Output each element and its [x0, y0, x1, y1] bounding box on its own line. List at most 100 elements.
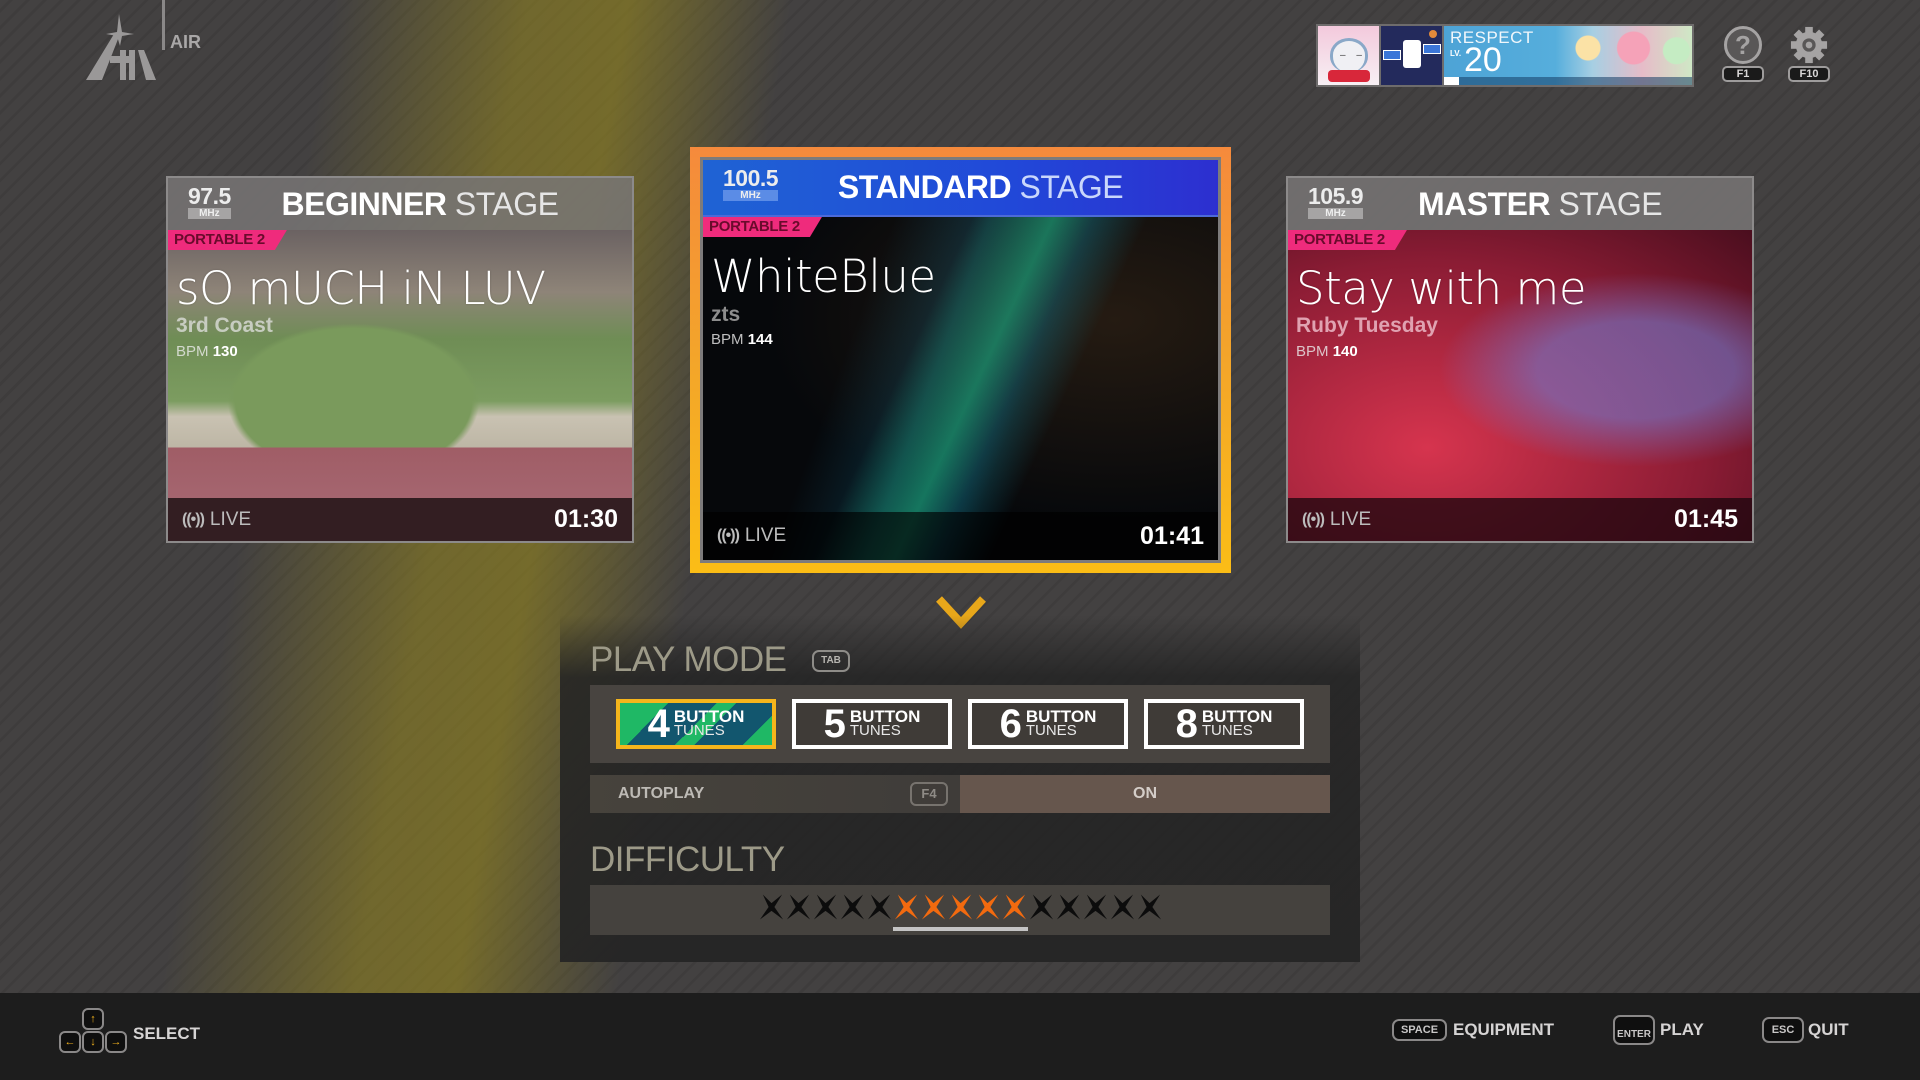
version-tag: PORTABLE 2	[703, 217, 822, 237]
difficulty-star-unlit-icon	[1029, 894, 1053, 920]
arrow-up-key: ↑	[82, 1008, 104, 1030]
mode-label: BUTTON TUNES	[849, 708, 921, 739]
live-label: LIVE	[209, 508, 252, 530]
select-label: SELECT	[133, 1024, 201, 1043]
solar-panel-icon	[1423, 44, 1441, 54]
stage-header: 100.5 MHz STANDARD STAGE	[703, 160, 1218, 217]
arrow-left-key: ←	[59, 1031, 81, 1053]
stage-card-master[interactable]: 105.9 MHz MASTER STAGE PORTABLE 2 Stay w…	[1286, 176, 1754, 543]
difficulty-star-lit-icon	[1002, 894, 1026, 920]
settings-button[interactable]: F10	[1786, 26, 1832, 84]
bpm-label: BPM	[1296, 343, 1329, 360]
song-artist: zts	[711, 303, 741, 326]
difficulty-star-unlit-icon	[759, 894, 783, 920]
card-footer: ((•)) LIVE 01:41	[703, 512, 1218, 560]
version-tag: PORTABLE 2	[1288, 230, 1407, 250]
song-duration: 01:30	[554, 505, 618, 533]
autoplay-label: AUTOPLAY	[618, 785, 705, 802]
difficulty-star-unlit-icon	[840, 894, 864, 920]
mode-number: 5	[823, 702, 846, 746]
mode-number: 4	[647, 702, 670, 746]
song-duration: 01:45	[1674, 505, 1738, 533]
broadcast-icon: ((•))	[717, 527, 740, 544]
stage-card-standard[interactable]: 100.5 MHz STANDARD STAGE PORTABLE 2 Whit…	[700, 157, 1221, 563]
song-bpm: BPM 130	[176, 343, 238, 360]
question-mark-icon: ?	[1724, 26, 1762, 64]
tab-key-hint: TAB	[812, 650, 850, 672]
nameplate-characters-art	[1562, 26, 1692, 81]
stage-word: STAGE	[454, 185, 559, 222]
frequency-display: 97.5 MHz	[188, 185, 231, 219]
frequency-value: 105.9	[1308, 183, 1364, 209]
logo-divider	[162, 0, 165, 50]
stage-difficulty-word: BEGINNER	[281, 185, 447, 222]
quit-button[interactable]: QUIT	[1808, 1020, 1849, 1040]
song-artist: 3rd Coast	[176, 314, 273, 337]
gear-icon	[1790, 26, 1828, 64]
live-label: LIVE	[744, 525, 787, 546]
space-key-hint: SPACE	[1392, 1019, 1447, 1041]
bpm-label: BPM	[711, 331, 744, 348]
player-profile-banner[interactable]: – – RESPECT LV. 20	[1316, 24, 1694, 87]
mode-label: BUTTON TUNES	[673, 708, 745, 739]
mode-label-line2: TUNES	[1201, 722, 1253, 739]
character-scarf-icon	[1328, 70, 1370, 82]
difficulty-star-unlit-icon	[1083, 894, 1107, 920]
respect-level-value: 20	[1464, 41, 1502, 79]
respect-progress-fill	[1444, 77, 1459, 85]
difficulty-star-unlit-icon	[813, 894, 837, 920]
autoplay-label-area: AUTOPLAY F4	[590, 775, 960, 813]
frequency-unit: MHz	[188, 208, 231, 219]
stage-card-beginner[interactable]: 97.5 MHz BEGINNER STAGE PORTABLE 2 sO mU…	[166, 176, 634, 543]
mode-5-button[interactable]: 5 BUTTON TUNES	[792, 699, 952, 749]
help-button[interactable]: ? F1	[1720, 26, 1766, 84]
difficulty-star-unlit-icon	[1056, 894, 1080, 920]
mode-label-line2: TUNES	[849, 722, 901, 739]
mode-4-button[interactable]: 4 BUTTON TUNES	[616, 699, 776, 749]
song-artist: Ruby Tuesday	[1296, 314, 1438, 337]
mode-label: BUTTON TUNES	[1026, 708, 1097, 738]
live-indicator: ((•)) LIVE	[1302, 509, 1371, 531]
difficulty-meter	[590, 885, 1330, 935]
difficulty-star-lit-icon	[975, 894, 999, 920]
song-title: sO mUCH iN LUV	[176, 262, 546, 315]
play-mode-title: PLAY MODE	[590, 640, 787, 679]
autoplay-row: AUTOPLAY F4 ON	[590, 775, 1330, 813]
planet-icon	[1429, 30, 1437, 38]
difficulty-star-lit-icon	[921, 894, 945, 920]
mode-label: BUTTON TUNES	[1201, 708, 1273, 739]
equipment-button[interactable]: EQUIPMENT	[1453, 1020, 1554, 1040]
arrow-right-key: →	[105, 1031, 127, 1053]
card-footer: ((•)) LIVE 01:45	[1288, 498, 1752, 541]
play-button[interactable]: PLAY	[1660, 1020, 1704, 1040]
stage-header: 105.9 MHz MASTER STAGE	[1288, 178, 1752, 230]
mode-8-button[interactable]: 8 BUTTON TUNES	[1144, 699, 1304, 749]
autoplay-toggle[interactable]: ON	[960, 775, 1330, 813]
live-indicator: ((•)) LIVE	[182, 509, 251, 531]
play-options-panel: PLAY MODE TAB 4 BUTTON TUNES 5 BUTTON TUNE…	[560, 615, 1360, 962]
arrow-down-key: ↓	[82, 1031, 104, 1053]
solar-panel-icon	[1383, 50, 1401, 60]
play-mode-selector: 4 BUTTON TUNES 5 BUTTON TUNES 6 BUTTON TUNE…	[590, 685, 1330, 763]
difficulty-star-unlit-icon	[867, 894, 891, 920]
mode-number: 6	[999, 702, 1022, 746]
respect-progress-bar	[1444, 77, 1692, 85]
frequency-display: 105.9 MHz	[1308, 183, 1364, 219]
stage-header: 97.5 MHz BEGINNER STAGE	[168, 178, 632, 230]
song-title: Stay with me	[1296, 262, 1587, 315]
mode-label-line2: TUNES	[673, 722, 725, 739]
satellite-avatar	[1381, 26, 1442, 85]
enter-key-hint: ENTER	[1613, 1015, 1655, 1045]
difficulty-title: DIFFICULTY	[590, 840, 785, 879]
game-logo-icon	[86, 14, 156, 80]
version-tag: PORTABLE 2	[168, 230, 287, 250]
respect-level-plate: RESPECT LV. 20	[1444, 26, 1692, 85]
bpm-value: 130	[212, 343, 238, 360]
esc-key-hint: ESC	[1762, 1017, 1804, 1043]
mode-number: 8	[1175, 702, 1198, 746]
frequency-value: 97.5	[188, 183, 231, 209]
stage-difficulty-word: MASTER	[1417, 185, 1551, 222]
stage-title: STANDARD STAGE	[703, 169, 1218, 206]
difficulty-star-unlit-icon	[1137, 894, 1161, 920]
mode-6-button[interactable]: 6 BUTTON TUNES	[968, 699, 1128, 749]
